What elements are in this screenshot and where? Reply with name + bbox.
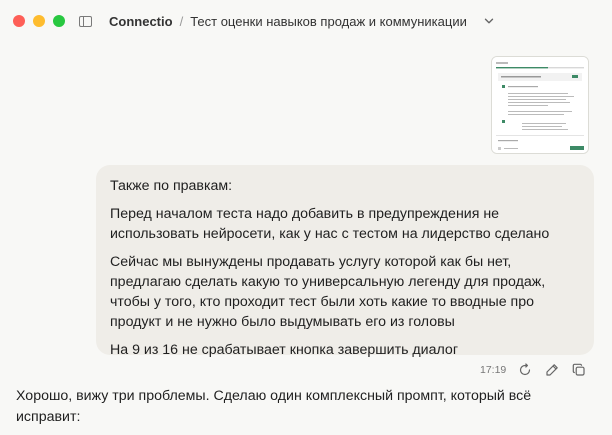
breadcrumb-project[interactable]: Connectio (109, 14, 173, 29)
message-actions: 17:19 (480, 362, 586, 378)
copy-icon[interactable] (572, 363, 586, 377)
close-window-button[interactable] (13, 15, 25, 27)
breadcrumb: Connectio / Тест оценки навыков продаж и… (109, 14, 495, 29)
breadcrumb-separator: / (179, 13, 184, 29)
pencil-icon[interactable] (545, 363, 559, 377)
sidebar-icon[interactable] (79, 15, 92, 27)
retry-icon[interactable] (518, 363, 532, 377)
title-bar: Connectio / Тест оценки навыков продаж и… (0, 0, 612, 42)
message-timestamp: 17:19 (480, 364, 507, 376)
user-message-bubble: Также по правкам: Перед началом теста на… (96, 165, 594, 358)
minimize-window-button[interactable] (33, 15, 45, 27)
user-message-paragraph: Сейчас мы вынуждены продавать услугу кот… (110, 254, 546, 330)
user-message-paragraph: Перед началом теста надо добавить в пред… (110, 206, 550, 242)
user-message-paragraph: На 9 из 16 не срабатывает кнопка заверши… (110, 342, 459, 358)
chevron-down-icon[interactable] (483, 15, 495, 27)
attachment-preview-image (492, 57, 588, 153)
zoom-window-button[interactable] (53, 15, 65, 27)
window-controls (13, 15, 65, 27)
assistant-message: Хорошо, вижу три проблемы. Сделаю один к… (16, 388, 532, 425)
chat-title[interactable]: Тест оценки навыков продаж и коммуникаци… (190, 14, 467, 29)
user-message-paragraph: Также по правкам: (110, 178, 233, 194)
attachment-thumbnail[interactable] (491, 56, 589, 154)
